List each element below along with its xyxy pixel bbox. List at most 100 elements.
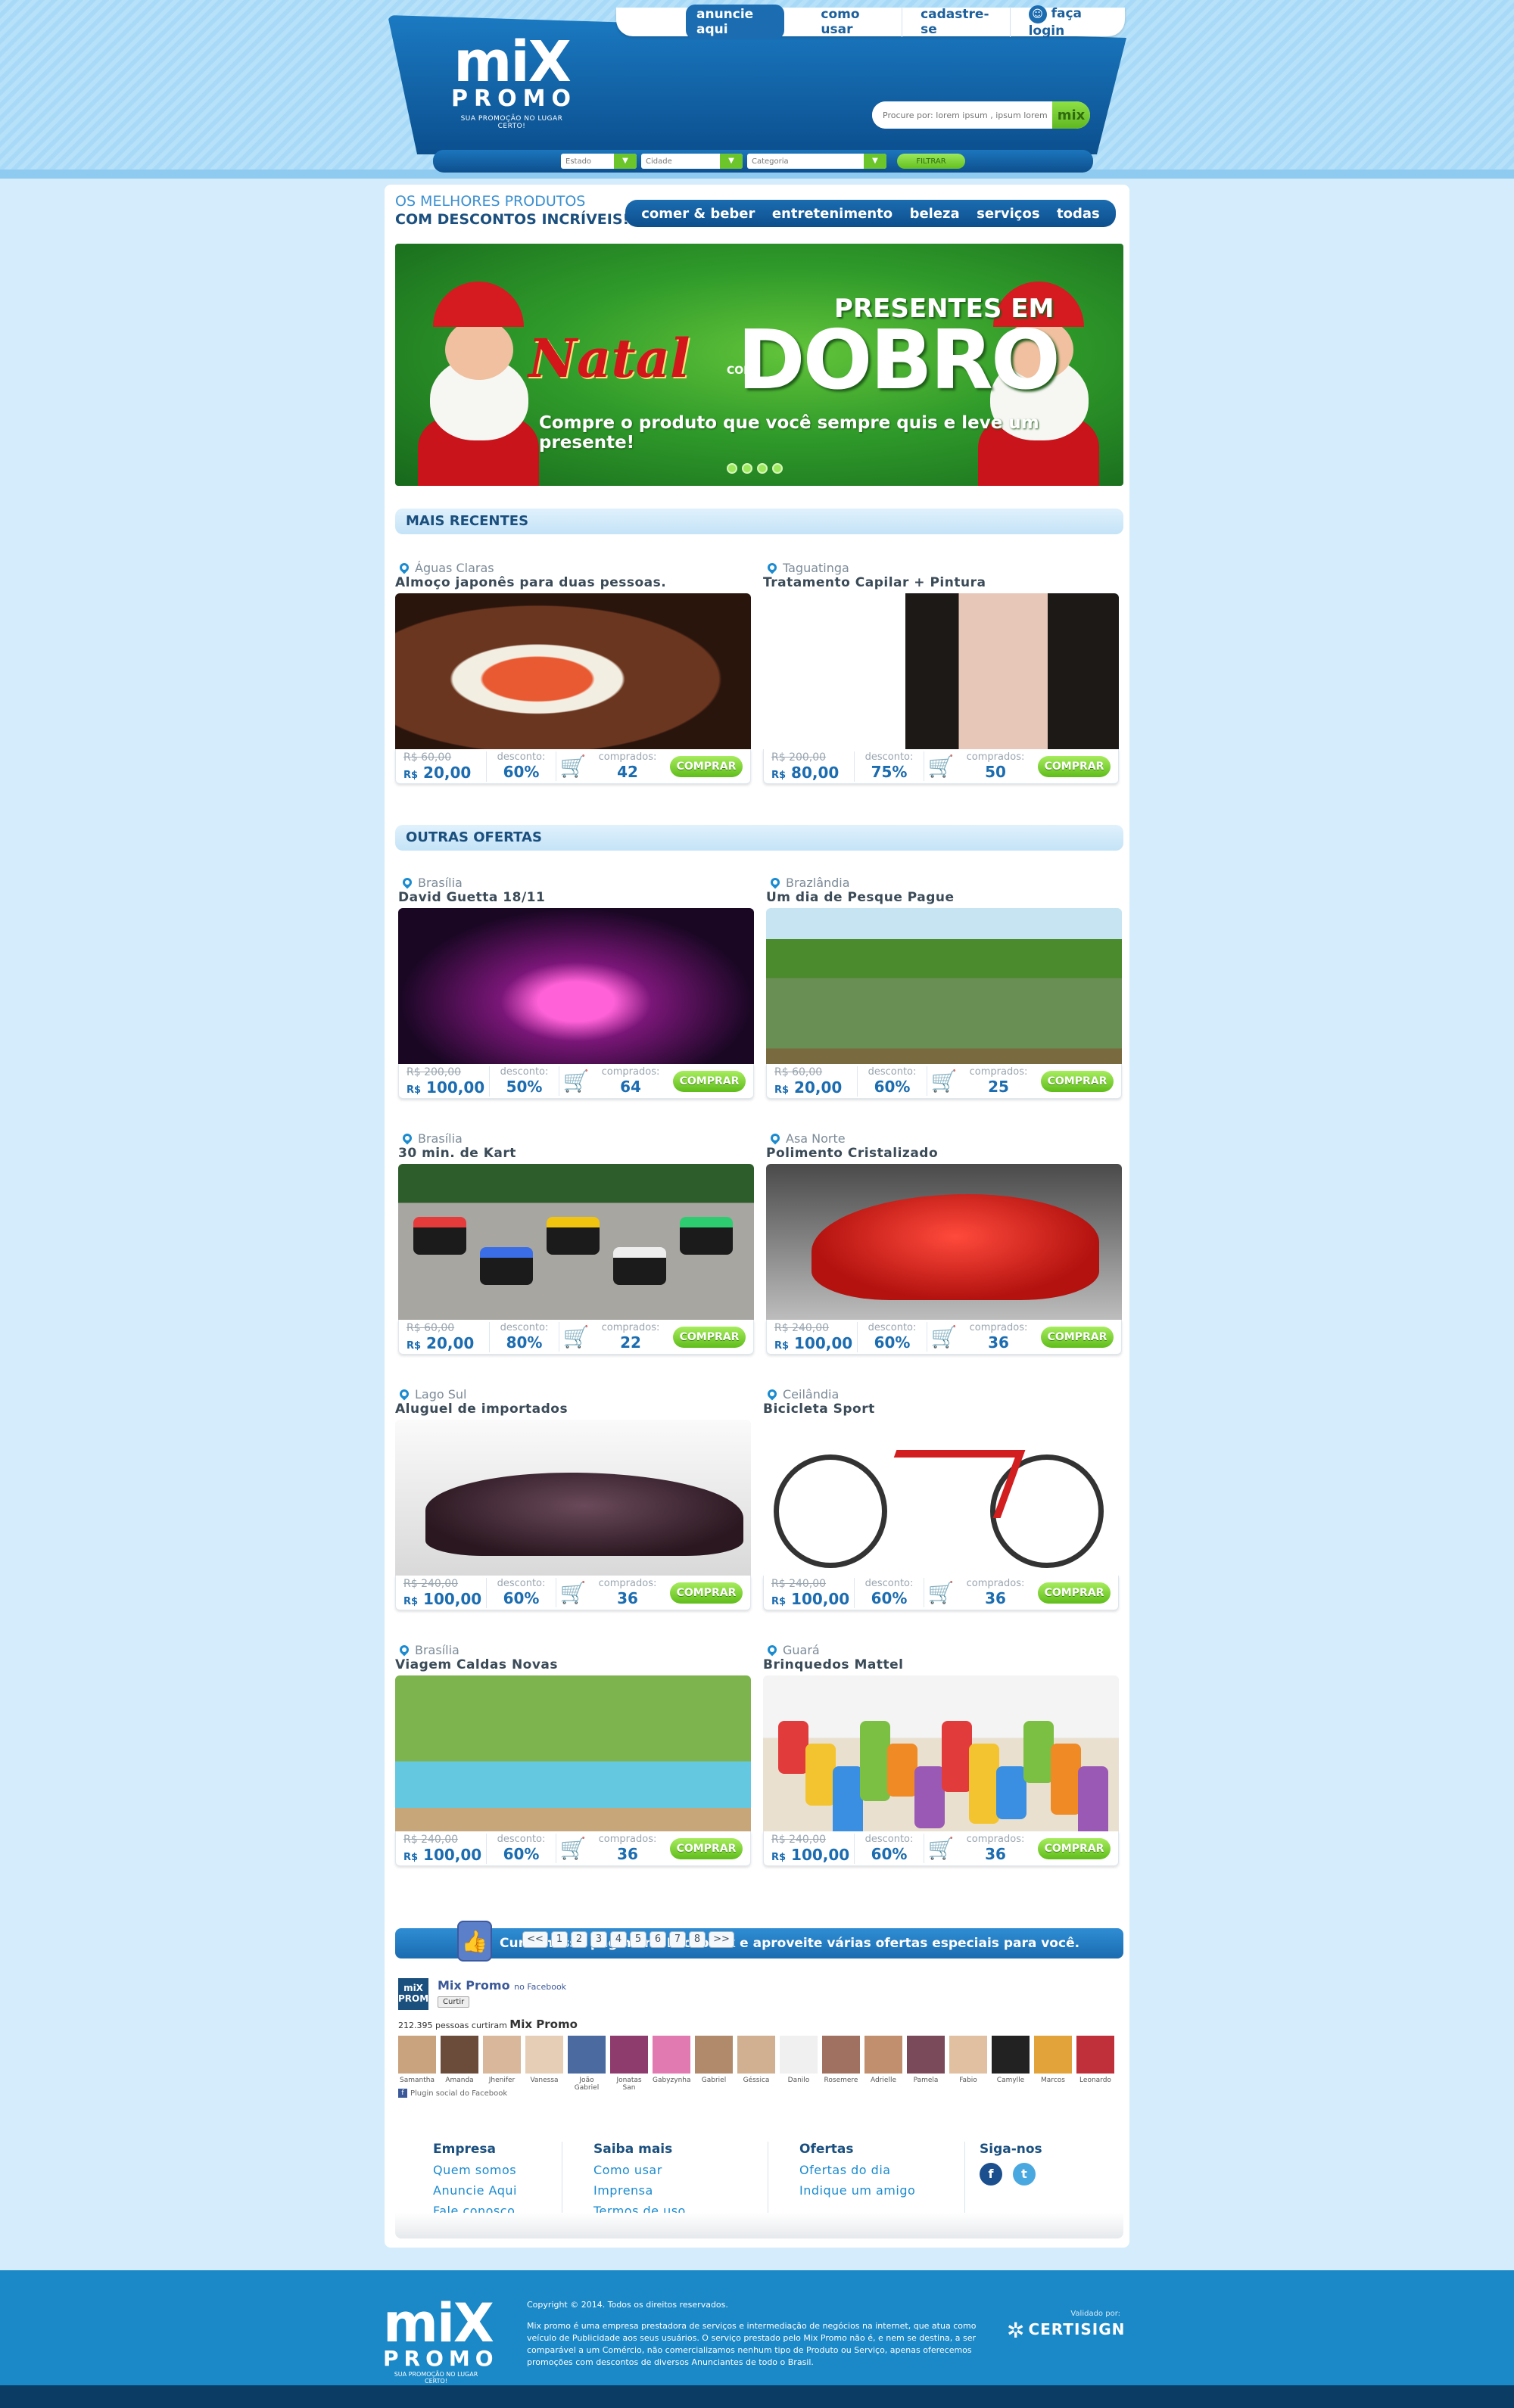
carousel-dot[interactable] [742,463,752,474]
facebook-fan[interactable]: Camylle [992,2036,1030,2092]
page-8[interactable]: 8 [689,1931,706,1948]
facebook-fan[interactable]: Fabio [949,2036,987,2092]
page-next[interactable]: >> [709,1931,734,1948]
offer-title[interactable]: Bicicleta Sport [763,1402,1119,1420]
offer-card[interactable]: Guará Brinquedos Mattel R$ 240,00 R$ 100,00… [763,1642,1119,1884]
footer-logo[interactable]: miX PROMO SUA PROMOÇÃO NO LUGAR CERTO! [383,2297,494,2385]
category-servicos[interactable]: serviços [977,206,1039,222]
footer-link-como-usar[interactable]: Como usar [593,2163,686,2177]
page-prev[interactable]: << [522,1931,548,1948]
page-3[interactable]: 3 [590,1931,607,1948]
facebook-page-name[interactable]: Mix Promo no Facebook [438,1978,566,1993]
buy-button[interactable]: COMPRAR [673,1326,746,1348]
offer-title[interactable]: Polimento Cristalizado [766,1146,1122,1164]
facebook-fan[interactable]: Amanda [441,2036,478,2092]
offer-card[interactable]: Ceilândia Bicicleta Sport R$ 240,00 R$ 100,… [763,1386,1119,1629]
facebook-fan[interactable]: Géssica [737,2036,775,2092]
buy-button[interactable]: COMPRAR [670,755,743,777]
facebook-fan[interactable]: Marcos [1034,2036,1072,2092]
carousel-dot[interactable] [727,463,737,474]
offer-card[interactable]: Taguatinga Tratamento Capilar + Pintura R$… [763,560,1119,802]
footer-link-quem-somos[interactable]: Quem somos [433,2163,517,2177]
offer-card[interactable]: Brazlândia Um dia de Pesque Pague R$ 60,00… [766,875,1122,1117]
facebook-fan[interactable]: Rosemere [822,2036,860,2092]
facebook-bar[interactable]: 👍 Curta nossa página no Facebook e aprov… [395,1921,1123,1962]
page-4[interactable]: 4 [610,1931,627,1948]
facebook-page-logo[interactable]: miX PROMO [398,1978,436,2010]
page-5[interactable]: 5 [630,1931,646,1948]
facebook-fan[interactable]: Jonatas San [610,2036,648,2092]
city-select[interactable]: Cidade ▼ [641,154,743,169]
offer-title[interactable]: Aluguel de importados [395,1402,751,1420]
offer-title[interactable]: Almoço japonês para duas pessoas. [395,575,751,593]
twitter-icon[interactable]: t [1013,2163,1036,2186]
offer-image[interactable] [766,908,1122,1064]
offer-title[interactable]: Um dia de Pesque Pague [766,890,1122,908]
facebook-fan[interactable]: Vanessa [525,2036,563,2092]
offer-title[interactable]: Brinquedos Mattel [763,1657,1119,1675]
state-select[interactable]: Estado ▼ [561,154,637,169]
page-6[interactable]: 6 [650,1931,666,1948]
how-to-use-link[interactable]: como usar [802,7,903,37]
buy-button[interactable]: COMPRAR [1038,1582,1111,1604]
offer-image[interactable] [763,1675,1119,1831]
facebook-icon[interactable]: f [980,2163,1002,2186]
buy-button[interactable]: COMPRAR [1041,1070,1114,1092]
search-button[interactable]: mix [1052,101,1090,129]
offer-image[interactable] [763,1420,1119,1576]
filter-button[interactable]: FILTRAR [897,154,965,169]
facebook-fan[interactable]: Samantha [398,2036,436,2092]
offer-image[interactable] [398,908,754,1064]
facebook-fan[interactable]: Gabyzynha [653,2036,691,2092]
footer-link-imprensa[interactable]: Imprensa [593,2183,686,2198]
facebook-fan[interactable]: Leonardo [1076,2036,1114,2092]
facebook-fan[interactable]: Pamela [907,2036,945,2092]
category-comer-beber[interactable]: comer & beber [641,206,755,222]
search-input[interactable] [872,101,1052,129]
category-todas[interactable]: todas [1057,206,1100,222]
offer-card[interactable]: Asa Norte Polimento Cristalizado R$ 240,00… [766,1131,1122,1373]
offer-card[interactable]: Lago Sul Aluguel de importados R$ 240,00 R$… [395,1386,751,1629]
footer-link-indique[interactable]: Indique um amigo [799,2183,915,2198]
facebook-like-button[interactable]: Curtir [438,1996,470,2008]
offer-image[interactable] [763,593,1119,749]
carousel-dot[interactable] [772,463,783,474]
facebook-fan[interactable]: Adrielle [864,2036,902,2092]
buy-button[interactable]: COMPRAR [1038,1837,1111,1859]
buy-button[interactable]: COMPRAR [670,1582,743,1604]
category-entretenimento[interactable]: entretenimento [772,206,893,222]
category-select[interactable]: Categoria ▼ [747,154,886,169]
offer-image[interactable] [766,1164,1122,1320]
facebook-fan[interactable]: Danilo [780,2036,818,2092]
buy-button[interactable]: COMPRAR [1038,755,1111,777]
offer-title[interactable]: David Guetta 18/11 [398,890,754,908]
carousel-dot[interactable] [757,463,768,474]
facebook-fan[interactable]: Gabriel [695,2036,733,2092]
page-7[interactable]: 7 [669,1931,686,1948]
site-logo[interactable]: miX PROMO SUA PROMOÇÃO NO LUGAR CERTO! [451,34,572,130]
offer-card[interactable]: Brasília Viagem Caldas Novas R$ 240,00 R$ 1… [395,1642,751,1884]
offer-title[interactable]: Viagem Caldas Novas [395,1657,751,1675]
advertise-link[interactable]: anuncie aqui [686,5,785,39]
footer-link-anuncie[interactable]: Anuncie Aqui [433,2183,517,2198]
buy-button[interactable]: COMPRAR [673,1070,746,1092]
page-2[interactable]: 2 [571,1931,587,1948]
register-link[interactable]: cadastre-se [902,7,1011,37]
offer-image[interactable] [398,1164,754,1320]
offer-card[interactable]: Brasília 30 min. de Kart R$ 60,00 R$ 20,00 d… [398,1131,754,1373]
offer-image[interactable] [395,593,751,749]
facebook-fan[interactable]: João Gabriel [568,2036,606,2092]
offer-card[interactable]: Águas Claras Almoço japonês para duas pes… [395,560,751,802]
offer-title[interactable]: 30 min. de Kart [398,1146,754,1164]
promo-banner[interactable]: Natal COM PRESENTES EM DOBRO Compre o pr… [395,244,1123,486]
footer-link-ofertas-dia[interactable]: Ofertas do dia [799,2163,915,2177]
buy-button[interactable]: COMPRAR [670,1837,743,1859]
buy-button[interactable]: COMPRAR [1041,1326,1114,1348]
facebook-fan[interactable]: Jhenifer [483,2036,521,2092]
login-link[interactable]: ☺ faça login [1011,5,1125,39]
certisign-seal[interactable]: Validado por: ✲ CERTISIGN [1007,2310,1124,2343]
category-beleza[interactable]: beleza [910,206,960,222]
offer-image[interactable] [395,1420,751,1576]
offer-image[interactable] [395,1675,751,1831]
page-1[interactable]: 1 [551,1931,568,1948]
